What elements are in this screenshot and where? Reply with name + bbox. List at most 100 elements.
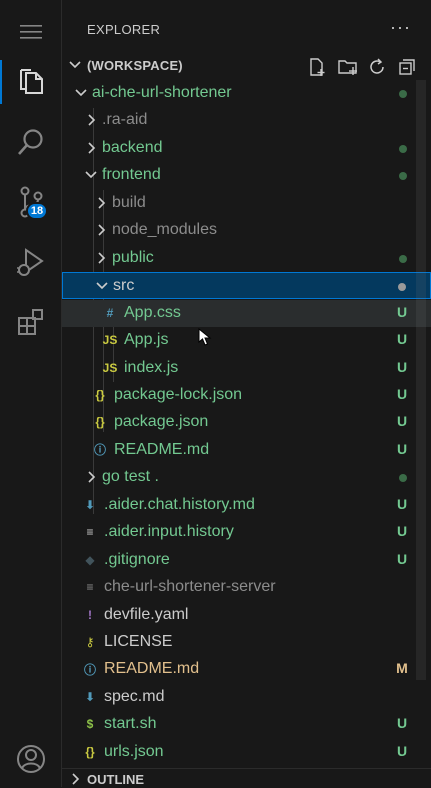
tree-file-item[interactable]: {} package.json U bbox=[62, 409, 431, 436]
tree-file-item[interactable]: ⬇ spec.md bbox=[62, 684, 431, 711]
file-type-icon: {} bbox=[95, 387, 105, 402]
file-type-icon: JS bbox=[102, 360, 118, 375]
file-type-icon: ⬇ bbox=[84, 497, 96, 512]
tree-file-item[interactable]: ⚷ LICENSE bbox=[62, 629, 431, 656]
file-tree: ai-che-url-shortener .ra-aid backend fronte… bbox=[62, 80, 431, 760]
activity-bar: 18 bbox=[0, 0, 62, 787]
git-status-badge: U bbox=[396, 523, 408, 540]
file-type-icon: ⓘ bbox=[93, 443, 106, 458]
tree-file-item[interactable]: ◆ .gitignore U bbox=[62, 547, 431, 574]
file-type-icon: {} bbox=[95, 415, 105, 430]
new-folder-icon[interactable] bbox=[337, 57, 357, 77]
tree-file-item[interactable]: JS App.js U bbox=[62, 327, 431, 354]
workspace-label: (WORKSPACE) bbox=[87, 58, 183, 73]
tree-file-item[interactable]: {} urls.json U bbox=[62, 739, 431, 766]
chevron-down-icon bbox=[69, 61, 81, 69]
git-status-badge: U bbox=[396, 715, 408, 732]
tree-item-label: start.sh bbox=[104, 715, 157, 733]
tree-item-label: package.json bbox=[114, 413, 209, 431]
file-type-icon: ◆ bbox=[85, 552, 95, 567]
git-status-badge: U bbox=[396, 331, 408, 348]
tree-folder-item[interactable]: go test . bbox=[62, 464, 431, 491]
file-type-icon: ! bbox=[88, 607, 92, 622]
git-status-badge: U bbox=[396, 413, 408, 430]
tree-item-label: README.md bbox=[104, 660, 200, 678]
git-status-badge: M bbox=[396, 660, 408, 677]
run-debug-icon[interactable] bbox=[0, 236, 62, 288]
tree-item-label: LICENSE bbox=[104, 633, 173, 650]
explorer-icon[interactable] bbox=[0, 56, 62, 108]
tree-folder-item[interactable]: frontend bbox=[62, 162, 431, 189]
more-actions-icon[interactable]: ··· bbox=[390, 17, 411, 38]
tree-file-item[interactable]: $ start.sh U bbox=[62, 711, 431, 738]
tree-item-label: public bbox=[112, 248, 154, 266]
new-file-icon[interactable] bbox=[307, 57, 327, 77]
scrollbar[interactable] bbox=[416, 80, 426, 680]
git-status-badge: U bbox=[396, 550, 408, 567]
collapse-all-icon[interactable] bbox=[397, 57, 417, 77]
file-type-icon: {} bbox=[85, 744, 95, 759]
tree-folder-item[interactable]: .ra-aid bbox=[62, 107, 431, 134]
chevron-down-icon bbox=[85, 171, 97, 179]
git-status-badge: U bbox=[396, 358, 408, 375]
tree-folder-item[interactable]: backend bbox=[62, 135, 431, 162]
file-type-icon: ≡ bbox=[86, 525, 94, 540]
git-status-dot bbox=[399, 254, 407, 263]
tree-file-item[interactable]: ⬇ .aider.chat.history.md U bbox=[62, 492, 431, 519]
tree-item-label: .ra-aid bbox=[102, 111, 148, 129]
tree-file-item[interactable]: ⓘ README.md U bbox=[62, 437, 431, 464]
tree-item-label: che-url-shortener-server bbox=[104, 578, 276, 596]
tree-file-item[interactable]: ! devfile.yaml bbox=[62, 602, 431, 629]
tree-file-item[interactable]: JS index.js U bbox=[62, 355, 431, 382]
tree-item-label: .aider.input.history bbox=[104, 523, 234, 541]
outline-header[interactable]: OUTLINE bbox=[62, 768, 431, 788]
tree-file-item[interactable]: # App.css U bbox=[62, 299, 431, 327]
tree-folder-item[interactable]: public bbox=[62, 245, 431, 272]
extensions-icon[interactable] bbox=[0, 296, 62, 348]
file-type-icon: $ bbox=[86, 717, 94, 732]
tree-file-item[interactable]: {} package-lock.json U bbox=[62, 382, 431, 409]
tree-folder-item[interactable]: node_modules bbox=[62, 217, 431, 244]
git-status-dot bbox=[398, 283, 406, 292]
tree-item-label: .gitignore bbox=[104, 550, 170, 568]
workspace-actions bbox=[307, 57, 417, 77]
tree-item-label: package-lock.json bbox=[114, 385, 243, 403]
explorer-header: EXPLORER ··· bbox=[62, 0, 431, 60]
git-status-dot bbox=[399, 90, 407, 98]
chevron-right-icon bbox=[88, 114, 96, 127]
tree-item-label: src bbox=[113, 277, 135, 295]
file-type-icon: # bbox=[106, 305, 114, 320]
workspace-header[interactable]: (WORKSPACE) bbox=[62, 52, 431, 80]
tree-item-label: build bbox=[112, 193, 146, 211]
chevron-right-icon bbox=[88, 471, 96, 483]
tree-file-item[interactable]: ≡ .aider.input.history U bbox=[62, 519, 431, 546]
tree-folder-item[interactable]: src bbox=[62, 272, 431, 300]
refresh-icon[interactable] bbox=[367, 57, 387, 77]
explorer-sidebar: EXPLORER ··· (WORKSPACE) ai-che-url-shor… bbox=[62, 0, 431, 787]
tree-folder-item[interactable]: build bbox=[62, 190, 431, 217]
file-type-icon: ⚷ bbox=[85, 635, 95, 649]
tree-folder-item[interactable]: ai-che-url-shortener bbox=[62, 80, 431, 107]
menu-icon[interactable] bbox=[0, 6, 62, 58]
file-type-icon: ⬇ bbox=[84, 689, 96, 704]
tree-item-label: devfile.yaml bbox=[104, 605, 189, 623]
tree-item-label: frontend bbox=[102, 166, 161, 184]
accounts-icon[interactable] bbox=[0, 733, 62, 785]
search-icon[interactable] bbox=[0, 116, 62, 168]
chevron-right-icon bbox=[72, 773, 80, 785]
git-status-badge: U bbox=[396, 495, 408, 512]
explorer-title: EXPLORER bbox=[87, 22, 161, 37]
git-status-badge: U bbox=[396, 742, 408, 759]
git-status-badge: U bbox=[396, 385, 408, 402]
tree-item-label: ai-che-url-shortener bbox=[92, 84, 232, 101]
chevron-down-icon bbox=[96, 282, 108, 290]
tree-item-label: go test . bbox=[102, 468, 159, 486]
tree-item-label: backend bbox=[102, 138, 163, 156]
tree-item-label: urls.json bbox=[104, 742, 164, 760]
tree-file-item[interactable]: ≡ che-url-shortener-server bbox=[62, 574, 431, 601]
tree-file-item[interactable]: ⓘ README.md M bbox=[62, 656, 431, 683]
tree-item-label: App.js bbox=[124, 331, 169, 349]
file-type-icon: ⓘ bbox=[83, 662, 96, 677]
chevron-down-icon bbox=[75, 89, 87, 97]
tree-item-label: index.js bbox=[124, 358, 179, 376]
